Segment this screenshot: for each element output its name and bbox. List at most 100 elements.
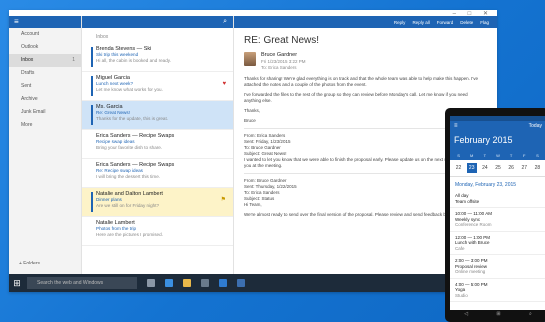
home-icon[interactable]: ⊞ xyxy=(496,311,500,317)
sidebar-item-label: Outlook xyxy=(21,44,39,50)
weekday-label: S xyxy=(457,153,460,158)
outlook-window: – □ ✕ ≡ Account Outlook Inbox 1 Drafts Sent A… xyxy=(9,10,497,292)
task-view-icon[interactable] xyxy=(147,279,155,287)
phone-device: ≡ Today February 2015 S M T W T F S 22 23 24 25 26… xyxy=(445,108,545,322)
calendar-day[interactable]: 28 xyxy=(532,163,542,173)
calendar-app-icon[interactable] xyxy=(237,279,245,287)
sidebar-item-label: More xyxy=(21,122,33,128)
message-list: ⌕ Inbox Brenda Stevens — Ski Ski trip thi… xyxy=(82,16,234,292)
sidebar-item-label: Drafts xyxy=(21,70,35,76)
file-explorer-icon[interactable] xyxy=(183,279,191,287)
sidebar-item-sent[interactable]: Sent xyxy=(9,80,81,93)
calendar-header: ≡ Today February 2015 xyxy=(450,121,545,151)
reply-all-button[interactable]: Reply all xyxy=(412,20,429,25)
sidebar-item-label: Inbox xyxy=(21,57,34,63)
weekday-label: T xyxy=(509,153,513,158)
calendar-day[interactable]: 26 xyxy=(506,163,516,173)
agenda-event[interactable]: 4:00 — 5:00 PM Yoga Studio xyxy=(450,279,545,302)
message-preview: Here are the pictures I promised. xyxy=(96,232,163,237)
weekday-label: W xyxy=(496,153,500,158)
calendar-day[interactable]: 27 xyxy=(519,163,529,173)
hamburger-menu-icon[interactable]: ≡ xyxy=(9,16,81,28)
mail-app-icon[interactable] xyxy=(219,279,227,287)
calendar-day[interactable]: 25 xyxy=(493,163,503,173)
sidebar-item-outlook[interactable]: Outlook xyxy=(9,41,81,54)
flag-button[interactable]: Flag xyxy=(480,20,489,25)
event-location: Online meeting xyxy=(455,269,486,274)
list-item[interactable]: Erica Sanders — Recipe Swaps Re: Recipe s… xyxy=(82,159,233,188)
weekday-label: F xyxy=(523,153,526,158)
phone-nav-bar: ◁ ⊞ ⌕ xyxy=(450,310,545,318)
folder-pane: ≡ Account Outlook Inbox 1 Drafts Sent Archive… xyxy=(9,16,82,292)
start-button[interactable]: ⊞ xyxy=(9,274,25,292)
message-subject: RE: Great News! xyxy=(244,35,320,46)
list-item[interactable]: Brenda Stevens — Ski Ski trip this weeken… xyxy=(82,43,233,72)
list-item[interactable]: Erica Sanders — Recipe Swaps Recipe swap … xyxy=(82,130,233,159)
weekday-row: SMTWTFS xyxy=(450,151,545,160)
sidebar-item-archive[interactable]: Archive xyxy=(9,93,81,106)
forward-button[interactable]: Forward xyxy=(437,20,454,25)
recipients: To: Erica Sanders xyxy=(261,65,297,70)
body-paragraph: I've forwarded the files to the rest of … xyxy=(244,92,468,103)
store-icon[interactable] xyxy=(201,279,209,287)
event-title: Team offsite xyxy=(455,198,480,204)
agenda-event[interactable]: 10:00 — 11:00 AM Weekly sync Conference Ro… xyxy=(450,208,545,232)
unread-indicator xyxy=(91,105,93,125)
sidebar-item-junk-email[interactable]: Junk Email xyxy=(9,106,81,119)
list-item[interactable]: Natalie Lambert Photos from the trip Here … xyxy=(82,217,233,246)
message-preview: I will bring the dessert this time. xyxy=(96,174,161,179)
delete-button[interactable]: Delete xyxy=(460,20,473,25)
flag-icon[interactable]: ♥ xyxy=(222,81,226,87)
body-paragraph: Thanks for sharing! We're glad everythin… xyxy=(244,76,479,87)
calendar-day[interactable]: 24 xyxy=(480,163,490,173)
day-row: 22 23 24 25 26 27 28 xyxy=(450,160,545,177)
search-icon[interactable]: ⌕ xyxy=(223,18,227,26)
message-preview: Let me know what works for you. xyxy=(96,87,163,92)
sender-name[interactable]: Bruce Gardner xyxy=(261,52,297,58)
flag-icon[interactable]: ⚑ xyxy=(221,197,226,203)
weekday-label: M xyxy=(470,153,474,158)
message-list-header: ⌕ xyxy=(82,16,233,28)
sidebar-item-inbox[interactable]: Inbox 1 xyxy=(9,54,81,67)
sidebar-item-label: Sent xyxy=(21,83,32,89)
event-location: Conference Room xyxy=(455,222,492,227)
sidebar-item-drafts[interactable]: Drafts xyxy=(9,67,81,80)
search-icon[interactable]: ⌕ xyxy=(529,311,532,317)
account-header[interactable]: Account xyxy=(9,28,81,41)
weekday-label: S xyxy=(536,153,539,158)
list-item[interactable]: Ms. Garcia Re: Great News! Thanks for the … xyxy=(82,101,233,130)
agenda-event[interactable]: 12:00 — 1:00 PM Lunch with Bruce Cafe xyxy=(450,232,545,255)
message-preview: Bring your favorite dish to share. xyxy=(96,145,163,150)
message-toolbar: Reply Reply all Forward Delete Flag xyxy=(234,16,497,28)
message-preview: Hi all, the cabin is booked and ready. xyxy=(96,58,171,63)
phone-menu-icon[interactable]: ≡ xyxy=(454,123,458,129)
unread-indicator xyxy=(91,76,93,96)
today-button[interactable]: Today xyxy=(529,123,542,129)
calendar-month[interactable]: February 2015 xyxy=(454,135,513,145)
list-item[interactable]: Natalie and Dalton Lambert Dinner plans Ar… xyxy=(82,188,233,217)
agenda-event[interactable]: All day Team offsite xyxy=(450,190,545,208)
taskbar-search-input[interactable]: Search the web and Windows xyxy=(27,277,137,289)
browser-icon[interactable] xyxy=(165,279,173,287)
folder-title: Inbox xyxy=(96,34,109,40)
sidebar-item-more[interactable]: More xyxy=(9,119,81,132)
unread-indicator xyxy=(91,192,93,212)
calendar-day[interactable]: 22 xyxy=(454,163,464,173)
agenda-date: Monday, February 23, 2015 xyxy=(455,182,517,188)
unread-indicator xyxy=(91,47,93,67)
agenda-event[interactable]: 2:00 — 3:00 PM Proposal review Online meet… xyxy=(450,255,545,279)
back-icon[interactable]: ◁ xyxy=(464,311,468,317)
unread-count: 1 xyxy=(72,57,75,63)
message-preview: Thanks for the update, this is great. xyxy=(96,116,169,121)
taskbar: ⊞ Search the web and Windows xyxy=(9,274,497,292)
sent-time: Fri 1/23/2015 3:22 PM xyxy=(261,59,306,64)
avatar xyxy=(244,52,256,66)
calendar-day[interactable]: 23 xyxy=(466,163,477,173)
sidebar-item-label: Archive xyxy=(21,96,38,102)
reply-button[interactable]: Reply xyxy=(394,20,406,25)
account-label: Account xyxy=(21,31,40,37)
list-item[interactable]: Miguel Garcia Lunch next week? Let me know… xyxy=(82,72,233,101)
sidebar-item-label: Junk Email xyxy=(21,109,46,115)
message-preview: Are we still on for Friday night? xyxy=(96,203,160,208)
weekday-label: T xyxy=(483,153,487,158)
